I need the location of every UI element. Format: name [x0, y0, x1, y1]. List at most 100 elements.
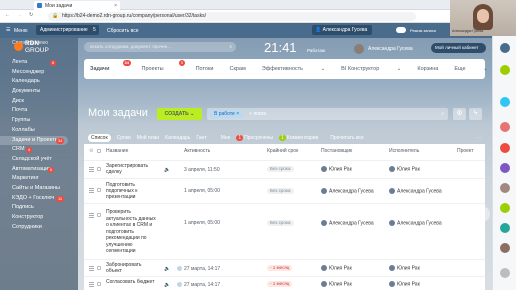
nav-efficiency[interactable]: Эффективность ⌄: [262, 66, 325, 72]
task-title[interactable]: Подготовить подопечных к презентации: [106, 182, 156, 200]
sidebar-item-tasks[interactable]: Задачи и Проекты 34: [0, 135, 68, 146]
nav-scrum[interactable]: Скрам: [229, 66, 245, 72]
nav-trash[interactable]: Корзина: [417, 66, 438, 72]
work-status[interactable]: Работаю: [307, 48, 325, 53]
avatar[interactable]: [354, 44, 364, 54]
record-toggle[interactable]: [396, 27, 406, 33]
scroll-right-button[interactable]: ›: [474, 206, 490, 222]
row-menu-icon[interactable]: [89, 213, 94, 218]
task-assignee[interactable]: Юлия Рак: [389, 265, 420, 271]
sidebar-item-documents[interactable]: Документы: [0, 87, 78, 97]
count-badge[interactable]: 5: [90, 25, 99, 35]
select-all-checkbox[interactable]: [97, 149, 101, 153]
close-icon[interactable]: ×: [236, 111, 239, 117]
my-cabinet-button[interactable]: Мой личный кабинет: [431, 43, 486, 53]
col-project[interactable]: Проект: [457, 148, 473, 154]
task-deadline[interactable]: Без срока: [267, 188, 294, 194]
mute-icon[interactable]: 🔈: [164, 167, 170, 173]
nav-more[interactable]: Еще ⌄: [454, 66, 487, 72]
chat-icon[interactable]: [500, 65, 510, 75]
row-checkbox[interactable]: [97, 188, 101, 192]
table-row[interactable]: Проверить актуальность данных о клиентах…: [84, 203, 485, 259]
user-button[interactable]: 👤 Александра Гусева: [312, 25, 372, 35]
sidebar-item-messenger[interactable]: Мессенджер: [0, 68, 78, 78]
sidebar-item-sites[interactable]: Сайты и Магазины: [0, 184, 78, 194]
sidebar-item-feed[interactable]: Лента 6: [0, 58, 78, 68]
search-icon[interactable]: [500, 268, 510, 278]
sidebar-item-calendar[interactable]: Календарь: [0, 77, 78, 87]
row-checkbox[interactable]: [97, 167, 101, 171]
view-calendar[interactable]: Календарь: [165, 135, 190, 141]
view-deadlines[interactable]: Сроки: [117, 135, 131, 141]
task-creator[interactable]: Юлия Рак: [321, 265, 352, 271]
filter-chip[interactable]: В работе ×: [210, 110, 244, 118]
table-row[interactable]: Забронировать объект 🔈 27 марта, 14:17 -…: [84, 259, 485, 276]
col-assignee[interactable]: Исполнитель: [389, 148, 419, 154]
url-field[interactable]: 🔒 https://b24-demo2.rdn-group.ru/company…: [48, 12, 416, 21]
settings-gear-icon[interactable]: ⚙: [453, 108, 466, 120]
col-activity[interactable]: Активность: [184, 148, 210, 154]
sidebar-item-constructor[interactable]: Конструктор: [0, 213, 78, 223]
nav-flows[interactable]: Потоки: [196, 66, 214, 72]
sidebar-item-disk[interactable]: Диск: [0, 97, 78, 107]
filter-search[interactable]: В работе × + поиск ⌕: [207, 108, 448, 120]
tab-close-icon[interactable]: ×: [114, 3, 117, 9]
task-assignee[interactable]: Александра Гусева: [389, 188, 442, 194]
view-gantt[interactable]: Гант: [196, 135, 206, 141]
nav-projects[interactable]: Проекты 5: [142, 60, 185, 72]
more-options-icon[interactable]: ⋯: [476, 135, 481, 141]
sidebar-item-sign[interactable]: Подпись: [0, 203, 78, 213]
sidebar-item-crm[interactable]: CRM 4: [0, 145, 78, 155]
notifications-icon[interactable]: [500, 43, 510, 53]
sidebar-item-mail[interactable]: Почта: [0, 106, 78, 116]
contact-icon[interactable]: [500, 97, 510, 107]
chevron-down-icon[interactable]: ⌄: [190, 111, 194, 117]
menu-icon[interactable]: ☰: [6, 27, 10, 33]
row-checkbox[interactable]: [97, 266, 101, 270]
row-menu-icon[interactable]: [89, 282, 94, 287]
task-creator[interactable]: Александра Гусева: [321, 188, 374, 194]
avatar[interactable]: [500, 203, 510, 213]
task-title[interactable]: Забронировать объект: [106, 262, 158, 274]
mute-icon[interactable]: 🔈: [164, 266, 170, 272]
sidebar-item-employees[interactable]: Сотрудники: [0, 223, 78, 233]
avatar[interactable]: [500, 143, 510, 153]
sidebar-item-marketing[interactable]: Маркетинг: [0, 174, 78, 184]
task-assignee[interactable]: Юлия Рак: [389, 281, 420, 287]
task-deadline[interactable]: Без срока: [267, 220, 294, 226]
settings-gear-icon[interactable]: ⚙: [89, 148, 93, 154]
row-menu-icon[interactable]: [89, 266, 94, 271]
avatar[interactable]: [500, 122, 510, 132]
avatar[interactable]: [500, 183, 510, 193]
filter-comments[interactable]: 1 Комментарии: [279, 135, 318, 141]
task-title[interactable]: Зарегистрировать сделку: [106, 163, 158, 175]
search-input[interactable]: искать сотрудника, документ, прочее... ⌕: [84, 42, 236, 52]
col-title[interactable]: Название: [106, 148, 128, 154]
menu-label[interactable]: Меню: [14, 28, 28, 34]
view-list[interactable]: Список: [88, 134, 111, 142]
task-title[interactable]: Проверить актуальность данных о клиентах…: [106, 209, 158, 255]
create-task-button[interactable]: СОЗДАТЬ ⌄: [157, 108, 202, 120]
back-icon[interactable]: ←: [5, 12, 10, 18]
table-row[interactable]: Подготовить подопечных к презентации 1 а…: [84, 178, 485, 203]
forward-icon[interactable]: →: [17, 12, 22, 18]
read-all-link[interactable]: Прочитать все: [330, 135, 364, 141]
col-deadline[interactable]: Крайний срок: [267, 148, 298, 154]
task-deadline[interactable]: - 1 месяц: [267, 281, 293, 287]
task-creator[interactable]: Александра Гусева: [321, 220, 374, 226]
view-my-plan[interactable]: Мой план: [137, 135, 159, 141]
sidebar-item-collabs[interactable]: Коллабы: [0, 126, 78, 136]
filter-overdue[interactable]: 1 Просрочены: [236, 135, 273, 141]
filter-mine[interactable]: Мне: [221, 135, 231, 141]
mute-icon[interactable]: 🔈: [164, 282, 170, 288]
sidebar-item-kedo[interactable]: КЭДО + Госключ 11: [0, 194, 78, 204]
row-checkbox[interactable]: [97, 282, 101, 286]
browser-tab[interactable]: Мои задачи ×: [34, 1, 120, 10]
avatar[interactable]: [500, 243, 510, 253]
search-icon[interactable]: ⌕: [229, 42, 232, 52]
task-assignee[interactable]: Юлия Рак: [389, 166, 420, 172]
sidebar-item-automation[interactable]: Автоматизация 6: [0, 165, 78, 175]
sidebar-item-inventory[interactable]: Складской учёт: [0, 155, 78, 165]
lightning-icon[interactable]: ϟ: [469, 108, 482, 120]
sidebar-item-groups[interactable]: Группы: [0, 116, 78, 126]
